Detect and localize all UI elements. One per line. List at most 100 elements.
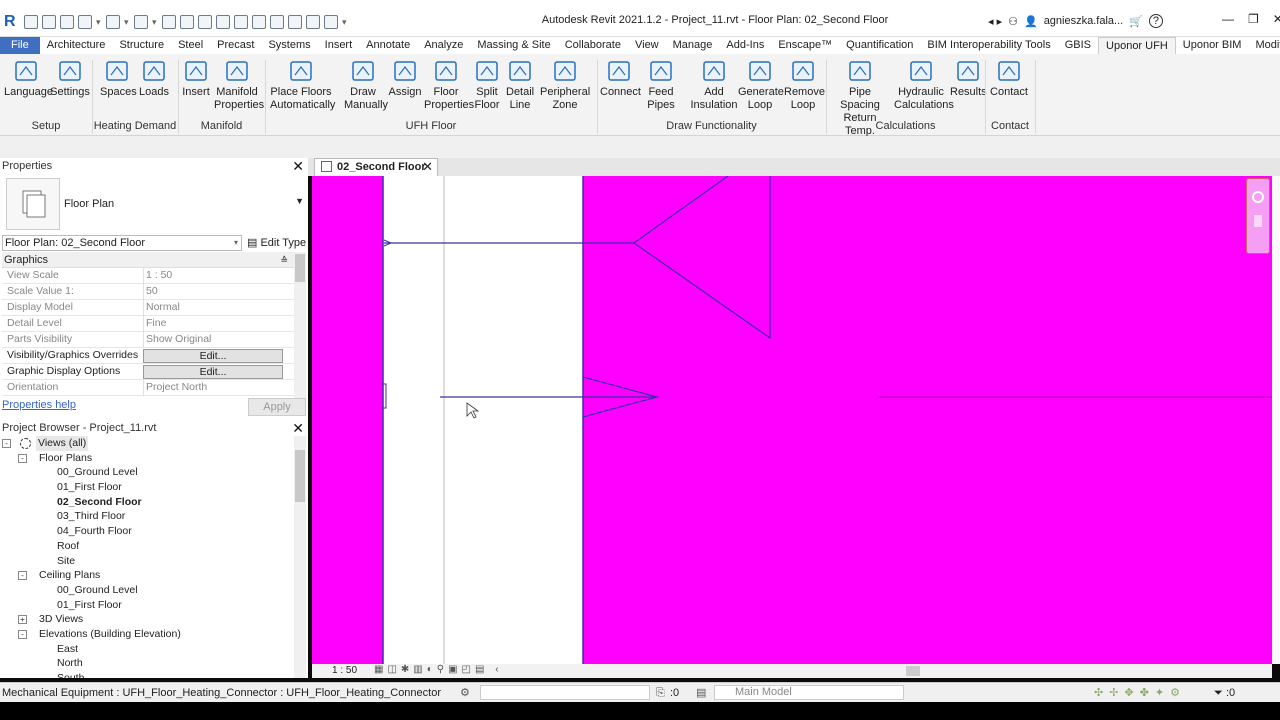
property-value[interactable]: Show Original xyxy=(143,332,283,348)
draw-manually-button[interactable]: Draw Manually xyxy=(344,58,388,112)
customize-dropdown-icon[interactable]: ▾ xyxy=(342,15,348,29)
close-icon[interactable]: ✕ xyxy=(292,158,304,174)
place-floors-automatically-button[interactable]: Place Floors Automatically xyxy=(270,58,335,112)
sync-icon[interactable] xyxy=(78,15,92,29)
property-value[interactable]: Normal xyxy=(143,300,283,316)
edit-button[interactable]: Edit... xyxy=(143,365,283,379)
tree-item[interactable]: South xyxy=(0,671,294,678)
undo-icon[interactable] xyxy=(106,15,120,29)
tree-item[interactable]: 00_Ground Level xyxy=(0,465,294,480)
spaces-button[interactable]: Spaces xyxy=(100,58,137,99)
view-scale[interactable]: 1 : 50 xyxy=(332,665,357,676)
instance-selector[interactable]: Floor Plan: 02_Second Floor ▾ xyxy=(2,235,242,251)
tab-architecture[interactable]: Architecture xyxy=(40,37,113,54)
connector-marker[interactable] xyxy=(382,383,387,409)
panel-label[interactable]: Contact xyxy=(985,120,1035,132)
close-view-icon[interactable]: ✕ xyxy=(422,159,433,175)
tree-item[interactable]: 01_First Floor xyxy=(0,598,294,613)
detail-line-button[interactable]: Detail Line xyxy=(506,58,534,112)
panel-label[interactable]: Manifold xyxy=(178,120,265,132)
horizontal-scroll-thumb[interactable] xyxy=(906,666,920,676)
tree-item[interactable]: North xyxy=(0,656,294,671)
tree-item[interactable]: East xyxy=(0,642,294,657)
user-name[interactable]: agnieszka.fala... xyxy=(1044,15,1124,27)
tab-collaborate[interactable]: Collaborate xyxy=(558,37,628,54)
property-row[interactable]: Display Model Normal xyxy=(2,300,306,316)
collapse-icon[interactable]: - xyxy=(18,453,27,463)
properties-scrollbar[interactable] xyxy=(294,252,306,400)
tab-view[interactable]: View xyxy=(628,37,666,54)
tab-file[interactable]: File xyxy=(0,37,40,54)
section-icon[interactable] xyxy=(270,15,284,29)
panel-label[interactable]: Heating Demand xyxy=(92,120,178,132)
property-row[interactable]: Graphic Display Options Edit... xyxy=(2,364,306,380)
drawing-canvas[interactable] xyxy=(312,176,1272,664)
apply-button[interactable]: Apply xyxy=(248,398,306,416)
tree-item[interactable]: - Floor Plans xyxy=(0,451,294,466)
remove-loop-button[interactable]: Remove Loop xyxy=(784,58,825,112)
tag-icon[interactable] xyxy=(216,15,230,29)
add-insulation-button[interactable]: Add Insulation xyxy=(690,58,738,112)
user-icon[interactable]: 👤 xyxy=(1024,15,1038,28)
edit-type-button[interactable]: ▤ Edit Type xyxy=(247,235,306,251)
thin-lines-icon[interactable] xyxy=(288,15,302,29)
panel-label[interactable]: UFH Floor xyxy=(265,120,597,132)
insert-button[interactable]: Insert xyxy=(182,58,210,99)
split-floor-button[interactable]: Split Floor xyxy=(472,58,502,112)
tab-gbis[interactable]: GBIS xyxy=(1058,37,1098,54)
redo-icon[interactable] xyxy=(134,15,148,29)
cart-icon[interactable]: 🛒 xyxy=(1129,15,1143,28)
feed-pipes-button[interactable]: Feed Pipes xyxy=(644,58,678,112)
panel-label[interactable]: Setup xyxy=(0,120,92,132)
peripheral-zone-button[interactable]: Peripheral Zone xyxy=(540,58,590,112)
tab-quantification[interactable]: Quantification xyxy=(839,37,920,54)
tree-item[interactable]: Roof xyxy=(0,539,294,554)
measure-icon[interactable] xyxy=(180,15,194,29)
panel-label[interactable]: Calculations xyxy=(826,120,985,132)
workset-dropdown[interactable] xyxy=(480,685,650,700)
tree-item[interactable]: - Ceiling Plans xyxy=(0,568,294,583)
tab-uponor-ufh[interactable]: Uponor UFH xyxy=(1098,37,1176,54)
settings-button[interactable]: Settings xyxy=(50,58,90,99)
browser-scrollbar[interactable] xyxy=(294,436,306,678)
dropdown-icon[interactable]: ▾ xyxy=(152,15,158,29)
expand-icon[interactable]: + xyxy=(18,615,27,625)
community-icon[interactable]: ⚇ xyxy=(1008,15,1018,28)
tab-manage[interactable]: Manage xyxy=(666,37,720,54)
workset-icon[interactable]: ⚙ xyxy=(460,683,470,703)
floor-plan-drawing[interactable] xyxy=(312,176,1272,664)
3d-view-icon[interactable] xyxy=(252,15,266,29)
design-option-dropdown[interactable]: Main Model xyxy=(714,685,904,700)
connect-button[interactable]: Connect xyxy=(600,58,641,99)
tree-item[interactable]: 00_Ground Level xyxy=(0,583,294,598)
panel-label[interactable]: Draw Functionality xyxy=(597,120,826,132)
restore-icon[interactable]: ❐ xyxy=(1248,12,1259,26)
language-button[interactable]: Language xyxy=(4,58,53,99)
property-value[interactable]: Project North xyxy=(143,380,283,396)
text-icon[interactable] xyxy=(234,15,248,29)
tab-uponor-bim[interactable]: Uponor BIM xyxy=(1176,37,1249,54)
floor-properties-button[interactable]: Floor Properties xyxy=(424,58,474,112)
tab-analyze[interactable]: Analyze xyxy=(417,37,470,54)
property-row[interactable]: Scale Value 1: 50 xyxy=(2,284,306,300)
dropdown-icon[interactable]: ▾ xyxy=(124,15,130,29)
collapse-icon[interactable]: - xyxy=(2,439,11,448)
property-row[interactable]: View Scale 1 : 50 xyxy=(2,268,306,284)
tab-annotate[interactable]: Annotate xyxy=(359,37,417,54)
save-icon[interactable] xyxy=(60,15,74,29)
tree-item[interactable]: Site xyxy=(0,554,294,569)
dropdown-icon[interactable]: ▾ xyxy=(96,15,102,29)
steering-wheel-icon[interactable] xyxy=(1252,191,1264,203)
hydraulic-calculations-button[interactable]: Hydraulic Calculations xyxy=(894,58,954,112)
tab-precast[interactable]: Precast xyxy=(210,37,261,54)
property-value[interactable]: 50 xyxy=(143,284,283,300)
tab-systems[interactable]: Systems xyxy=(261,37,317,54)
tab-massing-site[interactable]: Massing & Site xyxy=(470,37,557,54)
print-icon[interactable] xyxy=(162,15,176,29)
tree-item[interactable]: +3D Views xyxy=(0,612,294,627)
property-row[interactable]: Detail Level Fine xyxy=(2,316,306,332)
zoom-icon[interactable] xyxy=(1254,215,1262,227)
collapse-icon[interactable]: ≙ xyxy=(280,252,288,268)
tree-item[interactable]: 02_Second Floor xyxy=(0,495,294,510)
scroll-thumb[interactable] xyxy=(295,254,305,282)
